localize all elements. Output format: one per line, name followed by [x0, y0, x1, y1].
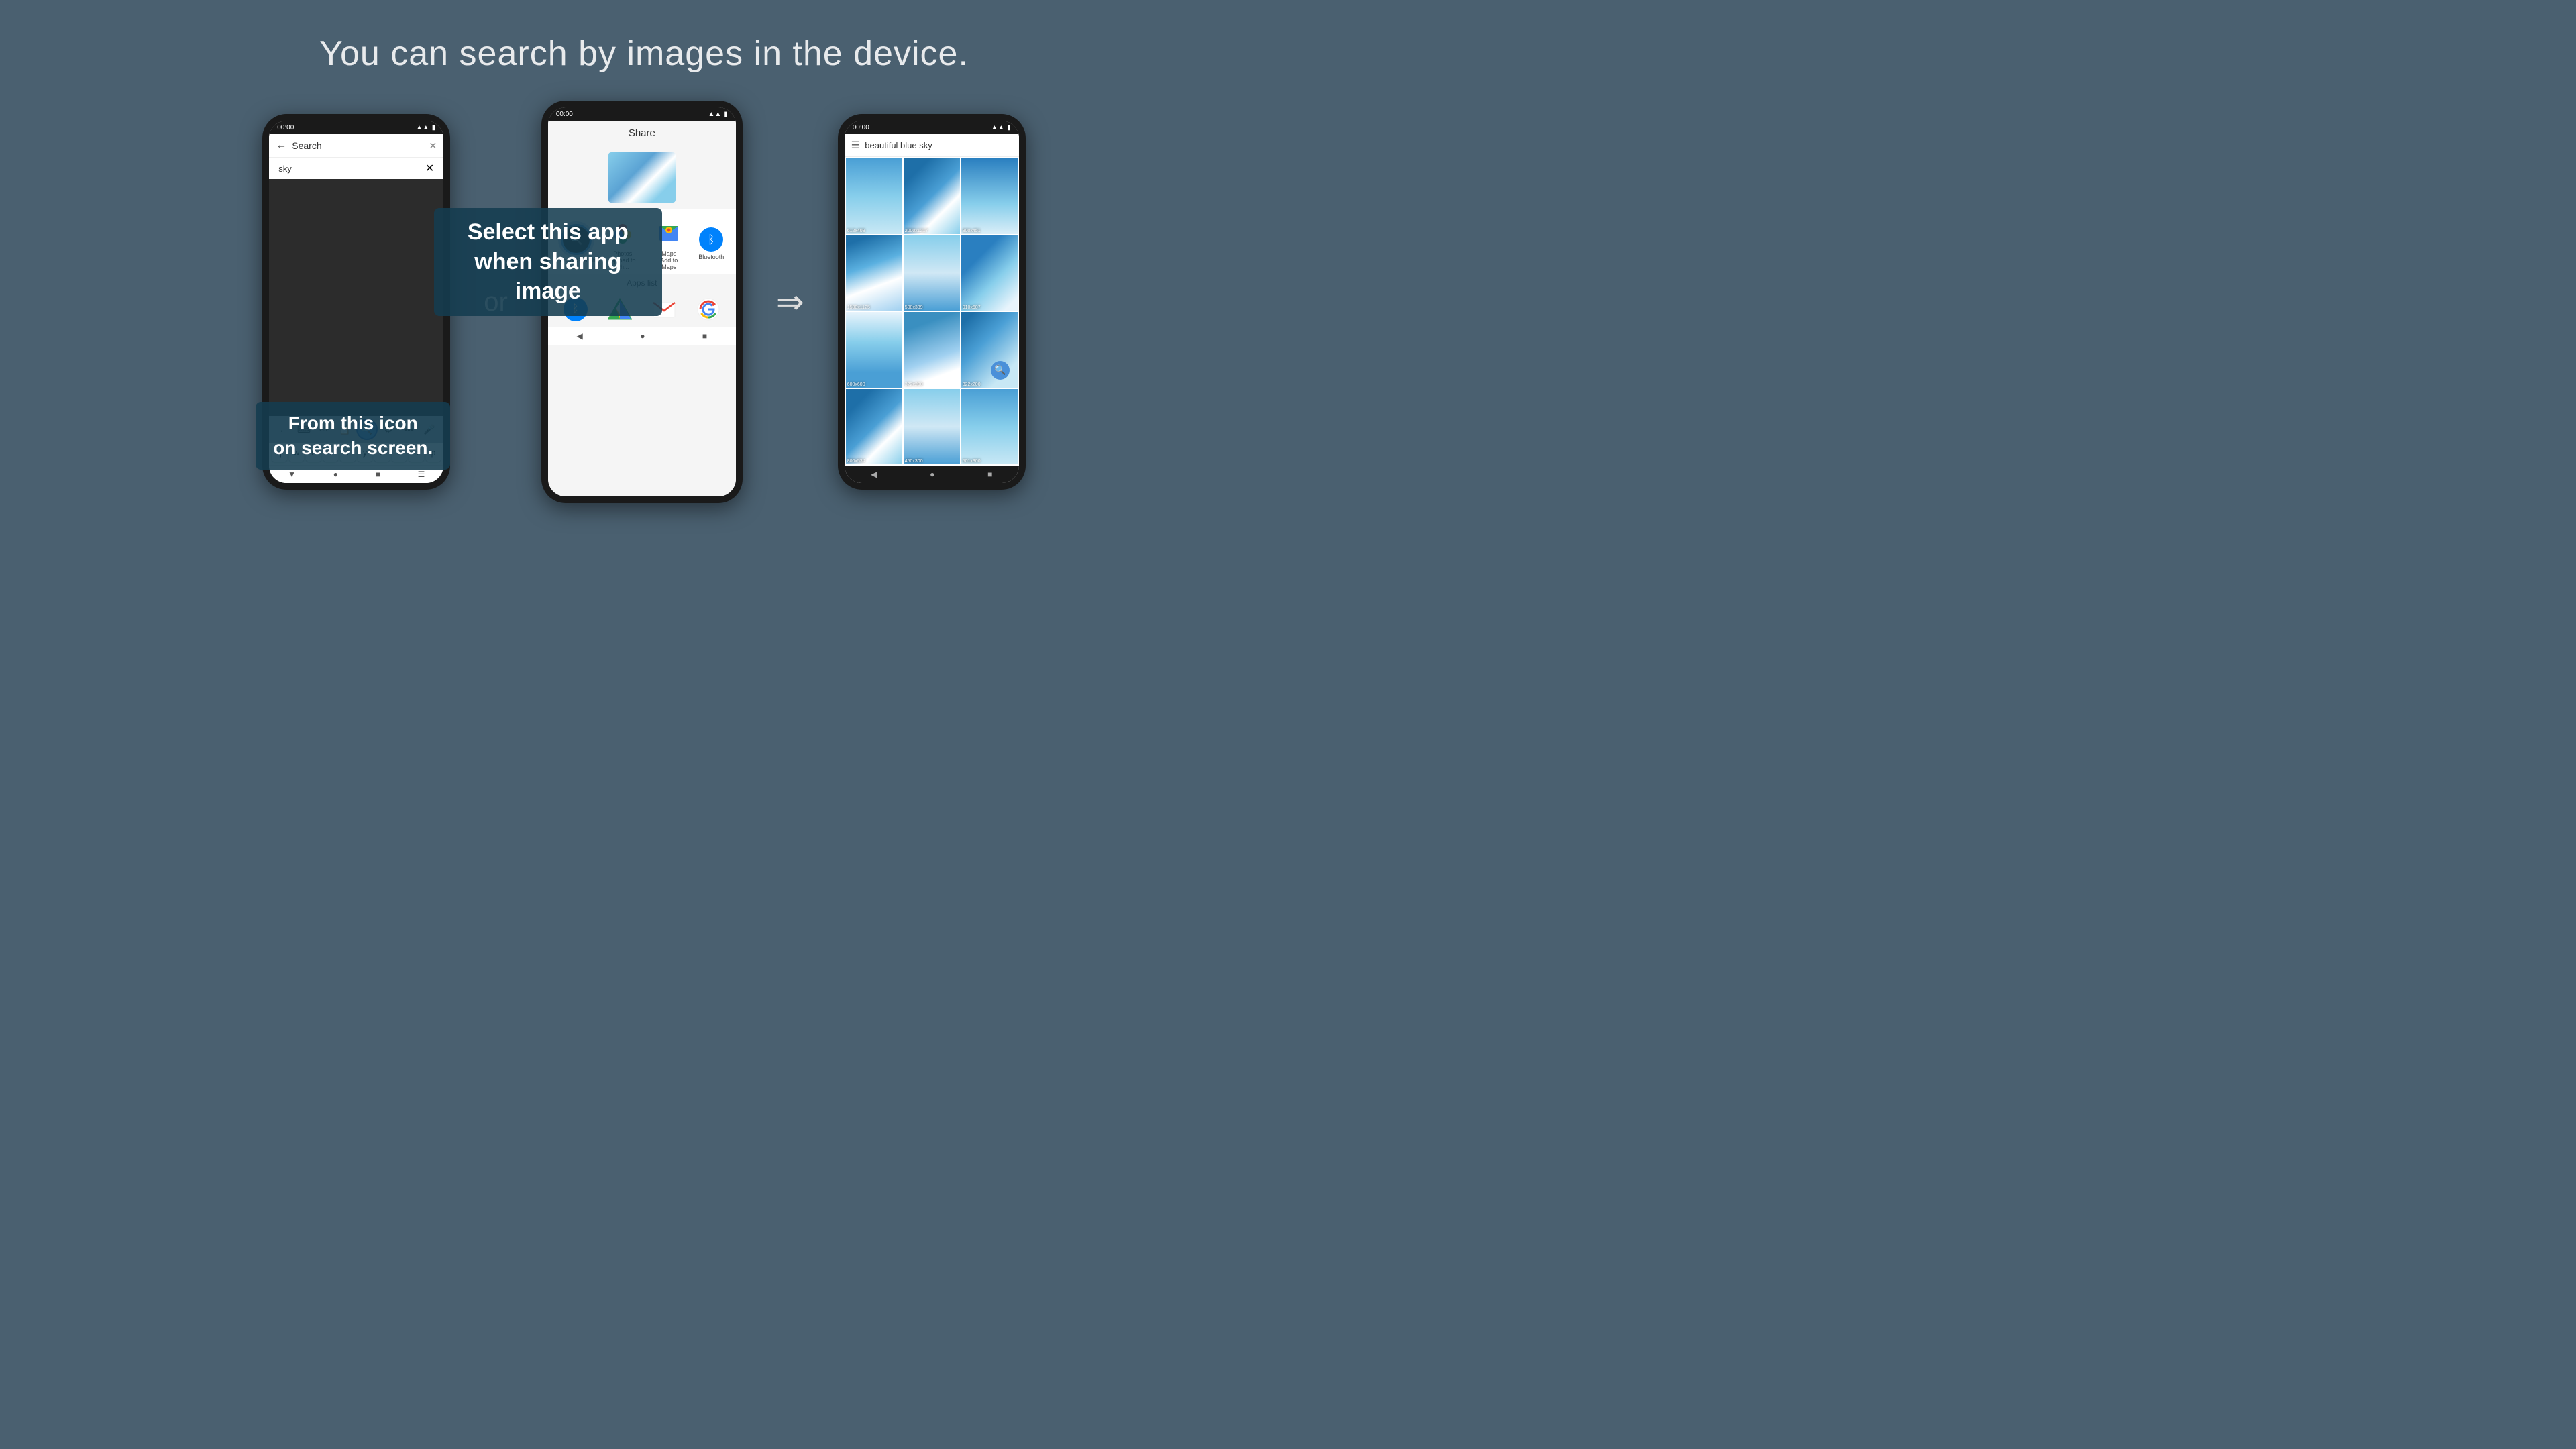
result-size-11: 450x300 [905, 459, 923, 464]
nav-menu[interactable]: ☰ [418, 470, 425, 479]
result-size-12: 501x300 [963, 459, 981, 464]
search-fab-button[interactable]: 🔍 [991, 361, 1010, 380]
results-query-text: beautiful blue sky [865, 140, 1012, 150]
share-title: Share [548, 121, 736, 146]
nav-recents[interactable]: ■ [376, 470, 380, 479]
nav-home[interactable]: ● [333, 470, 338, 479]
phone2-status-icons: ▲▲ ▮ [708, 111, 728, 118]
phone3-screen: 00:00 ▲▲ ▮ ☰ beautiful blue sky [845, 121, 1019, 483]
phone2-callout: Select this app when sharing image [434, 208, 662, 316]
result-cell-2[interactable]: 2000x1217 [904, 158, 960, 234]
search-input[interactable]: Search [292, 140, 423, 151]
result-cell-4[interactable]: 1500x1125 [846, 235, 902, 311]
p2-nav-back[interactable]: ◀ [577, 331, 583, 341]
phone2-wrapper: 00:00 ▲▲ ▮ Share [541, 101, 743, 503]
results-toolbar: ☰ beautiful blue sky [845, 134, 1019, 157]
result-cell-1[interactable]: 612x408 [846, 158, 902, 234]
result-size-1: 612x408 [847, 229, 865, 233]
result-cell-12[interactable]: 501x300 [961, 389, 1018, 465]
result-size-4: 1500x1125 [847, 305, 870, 310]
phone2-nav-bar: ◀ ● ■ [548, 327, 736, 345]
result-cell-11[interactable]: 450x300 [904, 389, 960, 465]
page-title: You can search by images in the device. [319, 34, 969, 74]
battery-icon: ▮ [432, 124, 436, 131]
phone3-shell: 00:00 ▲▲ ▮ ☰ beautiful blue sky [838, 114, 1026, 490]
search-bar[interactable]: ← Search ✕ [269, 134, 443, 157]
phone3-status-bar: 00:00 ▲▲ ▮ [845, 121, 1019, 134]
phone3-wrapper: 00:00 ▲▲ ▮ ☰ beautiful blue sky [838, 114, 1026, 490]
nav-back[interactable]: ▼ [288, 470, 296, 479]
phone1-callout: From this icon on search screen. [256, 402, 450, 470]
share-app-bluetooth[interactable]: ᛒ Bluetooth [698, 227, 724, 260]
results-screen: ☰ beautiful blue sky 612x408 2000x1217 8… [845, 134, 1019, 483]
result-cell-7[interactable]: 600x600 [846, 312, 902, 388]
phone1-time: 00:00 [277, 124, 294, 131]
shared-image [608, 152, 676, 203]
phone1-status-icons: ▲▲ ▮ [416, 124, 435, 131]
p2-signal-icon: ▲▲ [708, 111, 722, 118]
p3-nav-back[interactable]: ◀ [871, 470, 877, 479]
p3-nav-recents[interactable]: ■ [987, 470, 992, 479]
phone2-callout-text: Select this app when sharing image [447, 217, 649, 307]
phone1-status-bar: 00:00 ▲▲ ▮ [269, 121, 443, 134]
result-size-8: 322x200 [905, 382, 923, 387]
search-clear-button[interactable]: ✕ [429, 140, 437, 152]
phones-container: 00:00 ▲▲ ▮ ← Search ✕ sky ✕ [262, 101, 1025, 503]
result-cell-9[interactable]: 322x200 🔍 [961, 312, 1018, 388]
phone3-time: 00:00 [853, 124, 869, 131]
phone3-status-icons: ▲▲ ▮ [991, 124, 1010, 131]
results-grid: 612x408 2000x1217 800x451 1500x1125 508x [845, 157, 1019, 466]
result-cell-6[interactable]: 910x607 [961, 235, 1018, 311]
search-dark-area [269, 179, 443, 416]
phone2-time: 00:00 [556, 111, 573, 118]
search-query-text: sky [278, 164, 292, 174]
phone3-nav-bar: ◀ ● ■ [845, 466, 1019, 483]
more-google-icon[interactable] [696, 297, 720, 321]
result-cell-8[interactable]: 322x200 [904, 312, 960, 388]
result-size-9: 322x200 [963, 382, 981, 387]
signal-icon: ▲▲ [416, 124, 429, 131]
results-menu-icon[interactable]: ☰ [851, 140, 860, 151]
bluetooth-label: Bluetooth [698, 254, 724, 260]
result-cell-10[interactable]: 800x534 [846, 389, 902, 465]
phone2-status-bar: 00:00 ▲▲ ▮ [548, 107, 736, 121]
p2-nav-recents[interactable]: ■ [702, 331, 707, 341]
bluetooth-icon: ᛒ [699, 227, 723, 252]
result-size-7: 600x600 [847, 382, 865, 387]
p3-nav-home[interactable]: ● [930, 470, 934, 479]
result-size-6: 910x607 [963, 305, 981, 310]
phone1-wrapper: 00:00 ▲▲ ▮ ← Search ✕ sky ✕ [262, 114, 450, 490]
search-query-row: sky ✕ [269, 157, 443, 179]
arrow-connector: ⇒ [776, 282, 804, 321]
p2-nav-home[interactable]: ● [640, 331, 645, 341]
result-size-10: 800x534 [847, 459, 865, 464]
result-size-5: 508x339 [905, 305, 923, 310]
share-image-preview [548, 146, 736, 209]
result-cell-5[interactable]: 508x339 [904, 235, 960, 311]
search-query-clear[interactable]: ✕ [425, 162, 434, 175]
p3-signal-icon: ▲▲ [991, 124, 1004, 131]
p2-battery-icon: ▮ [724, 111, 728, 118]
phone1-callout-text: From this icon on search screen. [269, 411, 437, 460]
result-size-2: 2000x1217 [905, 229, 928, 233]
p3-battery-icon: ▮ [1007, 124, 1011, 131]
search-back-button[interactable]: ← [276, 140, 286, 152]
result-size-3: 800x451 [963, 229, 981, 233]
result-cell-3[interactable]: 800x451 [961, 158, 1018, 234]
